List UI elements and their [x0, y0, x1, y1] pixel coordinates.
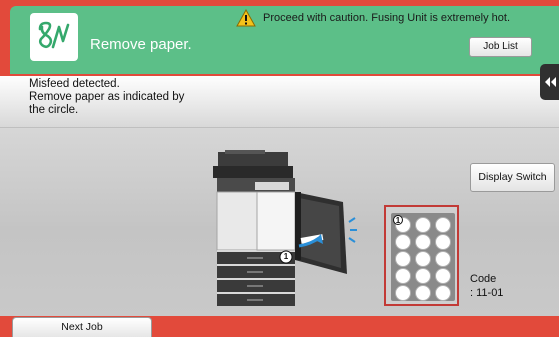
message-line: Remove paper as indicated by	[29, 91, 185, 103]
tray-marker-number: 1	[393, 215, 403, 225]
paper-misfeed-icon	[30, 13, 78, 61]
message-line: Misfeed detected.	[29, 78, 120, 90]
tray-slot	[395, 268, 411, 284]
collapse-left-icon	[545, 77, 556, 87]
divider	[0, 127, 559, 128]
code-label: Code	[470, 273, 497, 285]
mfp-printer-icon	[213, 150, 357, 306]
tray-slot	[435, 217, 451, 233]
tray-slot	[395, 285, 411, 301]
tray-location-diagram: 1	[384, 205, 459, 306]
tray-grid: 1	[391, 213, 455, 301]
tray-slot	[415, 217, 431, 233]
next-job-button[interactable]: Next Job	[12, 317, 152, 337]
job-list-button[interactable]: Job List	[469, 37, 532, 57]
message-line: the circle.	[29, 104, 79, 116]
tray-slot	[415, 268, 431, 284]
tray-slot	[415, 251, 431, 267]
tray-slot	[415, 285, 431, 301]
tray-slot	[395, 234, 411, 250]
misfeed-screen: Remove paper. Proceed with caution. Fusi…	[0, 0, 559, 337]
warning-triangle-icon	[236, 9, 256, 27]
tray-slot	[395, 251, 411, 267]
code-value: : 11-01	[470, 287, 504, 299]
instruction-message: Misfeed detected. Remove paper as indica…	[29, 78, 229, 117]
tray-slot	[435, 251, 451, 267]
warning-message: Proceed with caution. Fusing Unit is ext…	[263, 12, 511, 24]
tray-slot	[415, 234, 431, 250]
side-panel-tab[interactable]	[540, 64, 559, 100]
tray-slot	[435, 234, 451, 250]
display-switch-button[interactable]: Display Switch	[470, 163, 555, 192]
tray-slot	[435, 285, 451, 301]
page-title: Remove paper.	[90, 36, 192, 53]
location-marker: 1	[283, 252, 289, 261]
tray-slot	[435, 268, 451, 284]
